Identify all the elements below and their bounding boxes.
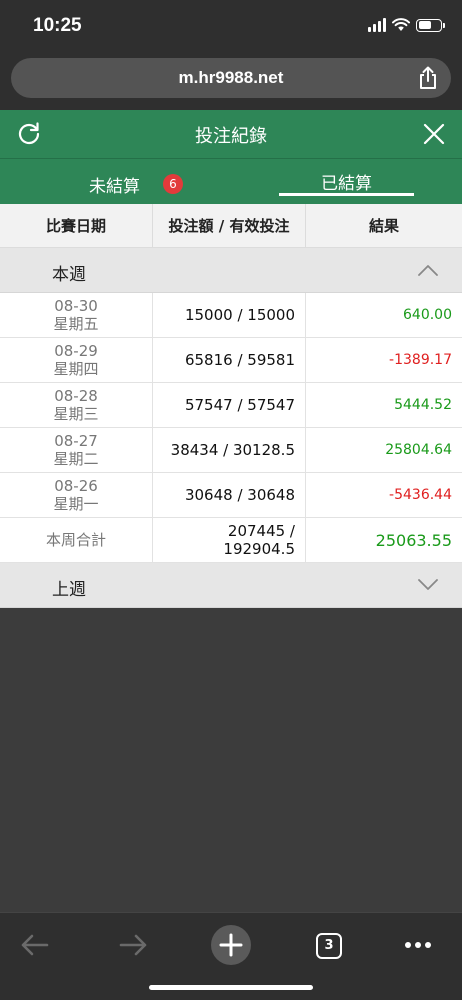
tabs-icon[interactable]: 3 <box>307 923 351 967</box>
date-cell: 08-26 星期一 <box>0 473 153 517</box>
bet-cell: 65816 / 59581 <box>153 338 306 382</box>
battery-icon <box>416 18 445 32</box>
total-label: 本周合計 <box>0 518 153 562</box>
section-last-week[interactable]: 上週 <box>0 563 462 608</box>
week-rows: 08-30 星期五 15000 / 15000 640.00 08-29 星期四 6… <box>0 293 462 563</box>
section-this-week[interactable]: 本週 <box>0 248 462 293</box>
total-bet-line1: 207445 / <box>227 522 295 540</box>
status-icons <box>368 18 445 32</box>
date-text: 08-30 <box>54 297 98 315</box>
active-tab-indicator <box>279 193 414 196</box>
table-row: 08-28 星期三 57547 / 57547 5444.52 <box>0 383 462 428</box>
tab-settled-label: 已結算 <box>321 174 372 194</box>
tab-settled[interactable]: 已結算 <box>231 159 462 205</box>
status-bar: 10:25 <box>0 0 462 54</box>
total-bet-cell: 207445 /192904.5 <box>153 518 306 562</box>
weekly-total-row: 本周合計 207445 /192904.5 25063.55 <box>0 518 462 563</box>
status-time: 10:25 <box>33 15 82 36</box>
more-icon[interactable] <box>396 923 440 967</box>
table-row: 08-30 星期五 15000 / 15000 640.00 <box>0 293 462 338</box>
result-cell: 5444.52 <box>394 397 452 413</box>
date-text: 08-27 <box>54 432 98 450</box>
weekday-text: 星期五 <box>53 315 99 333</box>
page-header: 投注紀錄 <box>0 110 462 158</box>
weekday-text: 星期二 <box>53 450 99 468</box>
weekday-text: 星期一 <box>53 495 99 513</box>
forward-arrow-icon[interactable] <box>111 923 155 967</box>
signal-icon <box>368 18 386 32</box>
table-row: 08-26 星期一 30648 / 30648 -5436.44 <box>0 473 462 518</box>
url-text: m.hr9988.net <box>178 68 284 87</box>
close-icon[interactable] <box>422 122 446 146</box>
address-bar[interactable]: m.hr9988.net <box>11 58 451 98</box>
weekday-text: 星期四 <box>53 360 99 378</box>
chevron-up-icon[interactable] <box>418 264 438 276</box>
date-cell: 08-28 星期三 <box>0 383 153 427</box>
browser-address-area: m.hr9988.net <box>0 54 462 110</box>
tab-count: 3 <box>316 933 342 959</box>
bet-cell: 38434 / 30128.5 <box>153 428 306 472</box>
date-cell: 08-30 星期五 <box>0 293 153 337</box>
column-header-date: 比賽日期 <box>0 204 153 247</box>
plus-icon[interactable] <box>209 923 253 967</box>
column-header-result: 結果 <box>368 217 399 235</box>
wifi-icon <box>392 18 410 31</box>
column-header-bet: 投注額 / 有效投注 <box>153 204 306 247</box>
page-title: 投注紀錄 <box>195 126 267 147</box>
section-this-week-label: 本週 <box>52 265 86 285</box>
tab-unsettled-label: 未結算 <box>89 177 140 197</box>
date-cell: 08-29 星期四 <box>0 338 153 382</box>
back-arrow-icon[interactable] <box>13 923 57 967</box>
tab-bar: 未結算 6 已結算 <box>0 158 462 204</box>
total-result-cell: 25063.55 <box>375 530 452 550</box>
date-cell: 08-27 星期二 <box>0 428 153 472</box>
chevron-down-icon[interactable] <box>418 579 438 591</box>
result-cell: 25804.64 <box>385 442 452 458</box>
bet-records-table: 比賽日期 投注額 / 有效投注 結果 本週 08-30 星期五 15000 / 1… <box>0 204 462 608</box>
total-bet-line2: 192904.5 <box>223 540 295 558</box>
unsettled-count-badge: 6 <box>163 174 183 194</box>
table-row: 08-27 星期二 38434 / 30128.5 25804.64 <box>0 428 462 473</box>
bet-cell: 15000 / 15000 <box>153 293 306 337</box>
date-text: 08-28 <box>54 387 98 405</box>
table-row: 08-29 星期四 65816 / 59581 -1389.17 <box>0 338 462 383</box>
share-icon[interactable] <box>417 66 439 90</box>
section-last-week-label: 上週 <box>52 580 86 600</box>
tab-unsettled[interactable]: 未結算 6 <box>0 159 231 205</box>
bet-cell: 30648 / 30648 <box>153 473 306 517</box>
table-header: 比賽日期 投注額 / 有效投注 結果 <box>0 204 462 248</box>
weekday-text: 星期三 <box>53 405 99 423</box>
date-text: 08-29 <box>54 342 98 360</box>
date-text: 08-26 <box>54 477 98 495</box>
result-cell: 640.00 <box>403 307 452 323</box>
home-indicator <box>149 985 313 990</box>
result-cell: -1389.17 <box>389 352 452 368</box>
result-cell: -5436.44 <box>389 487 452 503</box>
bet-cell: 57547 / 57547 <box>153 383 306 427</box>
